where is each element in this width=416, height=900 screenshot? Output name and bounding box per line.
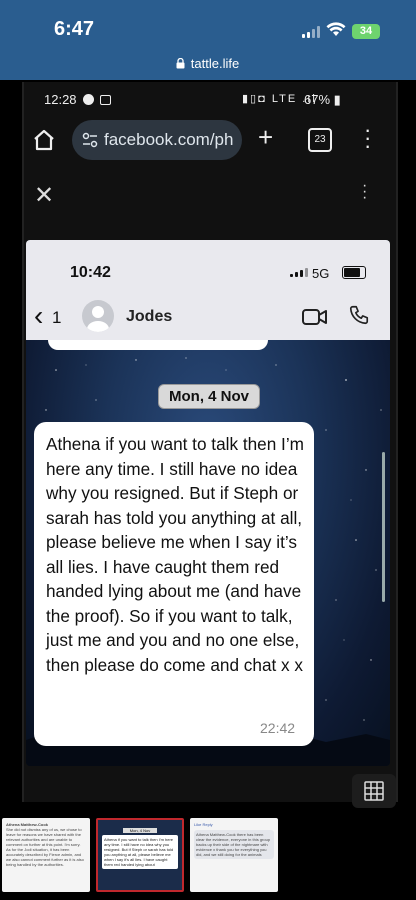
browser-toolbar: facebook.com/ph + 23 · · · xyxy=(22,118,394,162)
phone-network: 5G xyxy=(312,266,330,281)
message-timestamp: 22:42 xyxy=(260,720,296,736)
thumbnail-title: Like Reply xyxy=(194,822,213,827)
more-options-icon[interactable]: · · · xyxy=(362,178,367,206)
scroll-indicator xyxy=(382,452,385,602)
back-count[interactable]: 1 xyxy=(52,308,61,328)
browser-url-field[interactable]: facebook.com/ph xyxy=(72,120,242,160)
phone-signal-icon xyxy=(290,268,308,277)
phone-call-icon[interactable] xyxy=(348,304,370,326)
outer-address-bar[interactable]: tattle.life xyxy=(0,56,416,71)
home-icon[interactable] xyxy=(32,128,56,152)
android-status-bar: 12:28 ▮▯◘ LTE .ıl 67% ▮ xyxy=(22,84,394,116)
grid-icon xyxy=(364,781,384,801)
video-call-icon[interactable] xyxy=(302,308,328,326)
wifi-icon xyxy=(326,22,346,36)
tabs-icon[interactable]: 23 xyxy=(308,128,332,152)
android-time: 12:28 xyxy=(44,92,111,107)
outer-status-bar: 6:47 34 tattle.life xyxy=(0,0,416,80)
contact-name[interactable]: Jodes xyxy=(126,308,172,326)
thumbnail-text: Athena Matthew-Cook there has been clear… xyxy=(194,830,274,859)
thumbnail-1[interactable]: Athena Matthew-Cook She did not dismiss … xyxy=(2,818,90,892)
outer-time: 6:47 xyxy=(54,18,95,40)
android-battery: 67% ▮ xyxy=(304,92,341,107)
cellular-signal-icon xyxy=(302,26,320,38)
phone-time: 10:42 xyxy=(70,264,111,281)
tab-settings-icon[interactable] xyxy=(82,132,98,148)
message-screenshot: 10:42 5G ‹ 1 Jodes Mon, 4 Nov Athena if … xyxy=(26,240,390,766)
grid-view-button[interactable] xyxy=(352,774,396,808)
thumbnail-2-selected[interactable]: Mon, 4 Nov Athena if you want to talk th… xyxy=(96,818,184,892)
message-bubble[interactable]: Athena if you want to talk then I’m here… xyxy=(34,422,314,746)
kebab-menu-icon[interactable]: · · · xyxy=(364,119,371,157)
browser-url-text: facebook.com/ph xyxy=(104,130,234,149)
messages-header: 10:42 5G ‹ 1 Jodes xyxy=(26,240,390,340)
thumbnail-strip: Athena Matthew-Cook She did not dismiss … xyxy=(0,812,416,900)
phone-battery-icon xyxy=(342,266,366,279)
thumbnail-text: Athena if you want to talk then I'm here… xyxy=(102,835,178,869)
thumbnail-text: She did not dismiss any of us, we chose … xyxy=(6,827,84,867)
plus-icon[interactable]: + xyxy=(258,122,273,153)
outer-battery-indicator: 34 xyxy=(352,24,380,39)
thumbnail-title: Mon, 4 Nov xyxy=(123,828,157,833)
close-icon[interactable]: ✕ xyxy=(34,181,54,210)
avatar-icon[interactable] xyxy=(82,300,114,332)
message-text: Athena if you want to talk then I’m here… xyxy=(46,434,304,675)
back-chevron-icon[interactable]: ‹ xyxy=(34,302,43,330)
thumbnail-3[interactable]: Like Reply Athena Matthew-Cook there has… xyxy=(190,818,278,892)
date-separator: Mon, 4 Nov xyxy=(158,384,261,409)
previous-message-bubble xyxy=(48,340,268,350)
